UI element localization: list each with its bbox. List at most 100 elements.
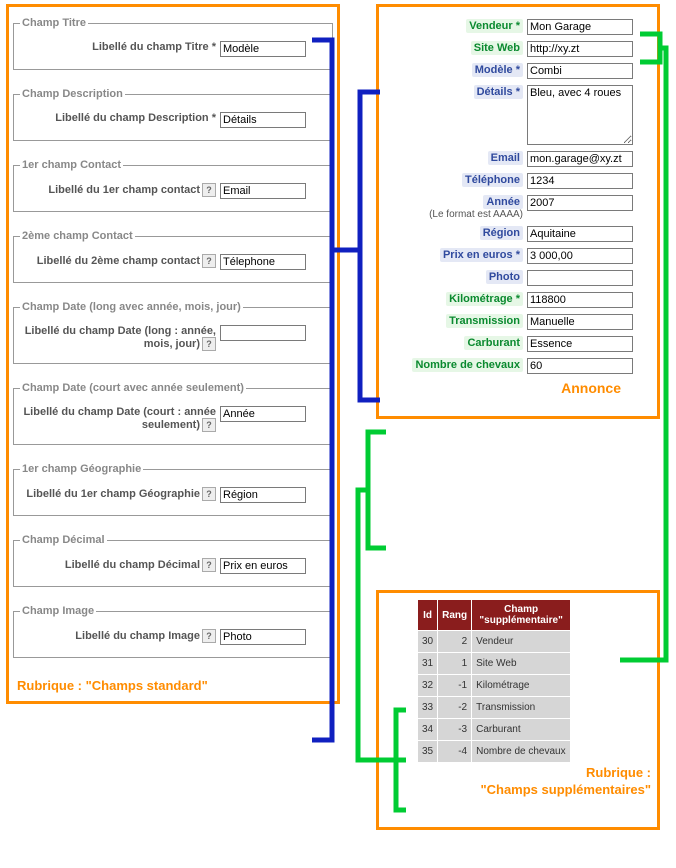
- standard-fields-panel: Champ Titre Libellé du champ Titre * Cha…: [6, 4, 340, 704]
- standard-fields-caption: Rubrique : "Champs standard": [13, 676, 333, 693]
- annonce-label: Région: [385, 226, 527, 240]
- annonce-row: Nombre de chevaux: [385, 358, 651, 374]
- annonce-input[interactable]: [527, 173, 633, 189]
- annonce-sublabel: (Le format est AAAA): [385, 209, 523, 220]
- field-input[interactable]: [220, 112, 306, 128]
- annonce-label: Prix en euros *: [385, 248, 527, 262]
- annonce-row: Prix en euros *: [385, 248, 651, 264]
- cell-rank: -1: [438, 675, 471, 696]
- annonce-row: Carburant: [385, 336, 651, 352]
- annonce-row: Photo: [385, 270, 651, 286]
- cell-id: 35: [418, 741, 437, 762]
- extra-fields-panel: Id Rang Champ "supplémentaire" 30 2 Vend…: [376, 590, 660, 830]
- cell-name: Kilométrage: [472, 675, 570, 696]
- annonce-row: Email: [385, 151, 651, 167]
- table-row: 35 -4 Nombre de chevaux: [418, 741, 570, 762]
- field-group: Champ Description Libellé du champ Descr…: [13, 88, 333, 141]
- annonce-panel: Vendeur *Site WebModèle *Détails *Bleu, …: [376, 4, 660, 419]
- cell-id: 30: [418, 631, 437, 652]
- annonce-row: Année(Le format est AAAA): [385, 195, 651, 220]
- annonce-row: Site Web: [385, 41, 651, 57]
- help-icon[interactable]: ?: [202, 418, 216, 432]
- col-rank: Rang: [438, 600, 471, 630]
- table-row: 33 -2 Transmission: [418, 697, 570, 718]
- cell-id: 33: [418, 697, 437, 718]
- annonce-row: Vendeur *: [385, 19, 651, 35]
- annonce-input[interactable]: Bleu, avec 4 roues: [527, 85, 633, 145]
- help-icon[interactable]: ?: [202, 337, 216, 351]
- cell-rank: -2: [438, 697, 471, 718]
- field-label: Libellé du 1er champ Géographie?: [20, 487, 220, 501]
- annonce-row: Téléphone: [385, 173, 651, 189]
- cell-name: Nombre de chevaux: [472, 741, 570, 762]
- group-legend: 2ème champ Contact: [20, 230, 135, 242]
- help-icon[interactable]: ?: [202, 183, 216, 197]
- field-input[interactable]: [220, 41, 306, 57]
- annonce-row: Transmission: [385, 314, 651, 330]
- field-group: 1er champ Contact Libellé du 1er champ c…: [13, 159, 333, 212]
- table-row: 34 -3 Carburant: [418, 719, 570, 740]
- cell-name: Vendeur: [472, 631, 570, 652]
- field-group: Champ Décimal Libellé du champ Décimal?: [13, 534, 333, 587]
- cell-rank: -3: [438, 719, 471, 740]
- annonce-input[interactable]: [527, 336, 633, 352]
- annonce-input[interactable]: [527, 41, 633, 57]
- annonce-input[interactable]: [527, 63, 633, 79]
- annonce-input[interactable]: [527, 248, 633, 264]
- field-input[interactable]: [220, 254, 306, 270]
- annonce-input[interactable]: [527, 292, 633, 308]
- cell-name: Carburant: [472, 719, 570, 740]
- field-label: Libellé du champ Décimal?: [20, 558, 220, 572]
- group-legend: Champ Décimal: [20, 534, 107, 546]
- annonce-input[interactable]: [527, 226, 633, 242]
- field-label: Libellé du champ Date (long : année, moi…: [20, 325, 220, 351]
- help-icon[interactable]: ?: [202, 487, 216, 501]
- field-input[interactable]: [220, 406, 306, 422]
- annonce-input[interactable]: [527, 195, 633, 211]
- field-input[interactable]: [220, 325, 306, 341]
- field-group: Champ Date (long avec année, mois, jour)…: [13, 301, 333, 364]
- annonce-row: Région: [385, 226, 651, 242]
- table-row: 30 2 Vendeur: [418, 631, 570, 652]
- annonce-label: Site Web: [385, 41, 527, 55]
- annonce-input[interactable]: [527, 358, 633, 374]
- group-legend: Champ Description: [20, 88, 125, 100]
- annonce-label: Email: [385, 151, 527, 165]
- cell-id: 32: [418, 675, 437, 696]
- group-legend: Champ Date (court avec année seulement): [20, 382, 246, 394]
- extra-fields-caption: Rubrique :"Champs supplémentaires": [385, 765, 651, 799]
- annonce-label: Carburant: [385, 336, 527, 350]
- cell-name: Transmission: [472, 697, 570, 718]
- annonce-input[interactable]: [527, 314, 633, 330]
- annonce-label: Détails *: [385, 85, 527, 99]
- group-legend: 1er champ Géographie: [20, 463, 143, 475]
- field-label: Libellé du 1er champ contact?: [20, 183, 220, 197]
- field-input[interactable]: [220, 183, 306, 199]
- col-id: Id: [418, 600, 437, 630]
- help-icon[interactable]: ?: [202, 254, 216, 268]
- help-icon[interactable]: ?: [202, 629, 216, 643]
- field-label: Libellé du champ Description *: [20, 112, 220, 124]
- annonce-label: Vendeur *: [385, 19, 527, 33]
- field-input[interactable]: [220, 629, 306, 645]
- field-input[interactable]: [220, 487, 306, 503]
- field-input[interactable]: [220, 558, 306, 574]
- cell-rank: 1: [438, 653, 471, 674]
- group-legend: Champ Titre: [20, 17, 88, 29]
- cell-rank: -4: [438, 741, 471, 762]
- group-legend: Champ Date (long avec année, mois, jour): [20, 301, 243, 313]
- extra-fields-table: Id Rang Champ "supplémentaire" 30 2 Vend…: [417, 599, 571, 763]
- annonce-input[interactable]: [527, 270, 633, 286]
- cell-id: 31: [418, 653, 437, 674]
- field-group: Champ Date (court avec année seulement) …: [13, 382, 333, 445]
- table-row: 32 -1 Kilométrage: [418, 675, 570, 696]
- field-label: Libellé du champ Date (court : année seu…: [20, 406, 220, 432]
- help-icon[interactable]: ?: [202, 558, 216, 572]
- annonce-input[interactable]: [527, 151, 633, 167]
- annonce-row: Détails *Bleu, avec 4 roues: [385, 85, 651, 145]
- annonce-label: Téléphone: [385, 173, 527, 187]
- col-extra: Champ "supplémentaire": [472, 600, 570, 630]
- group-legend: Champ Image: [20, 605, 96, 617]
- annonce-input[interactable]: [527, 19, 633, 35]
- annonce-label: Nombre de chevaux: [385, 358, 527, 372]
